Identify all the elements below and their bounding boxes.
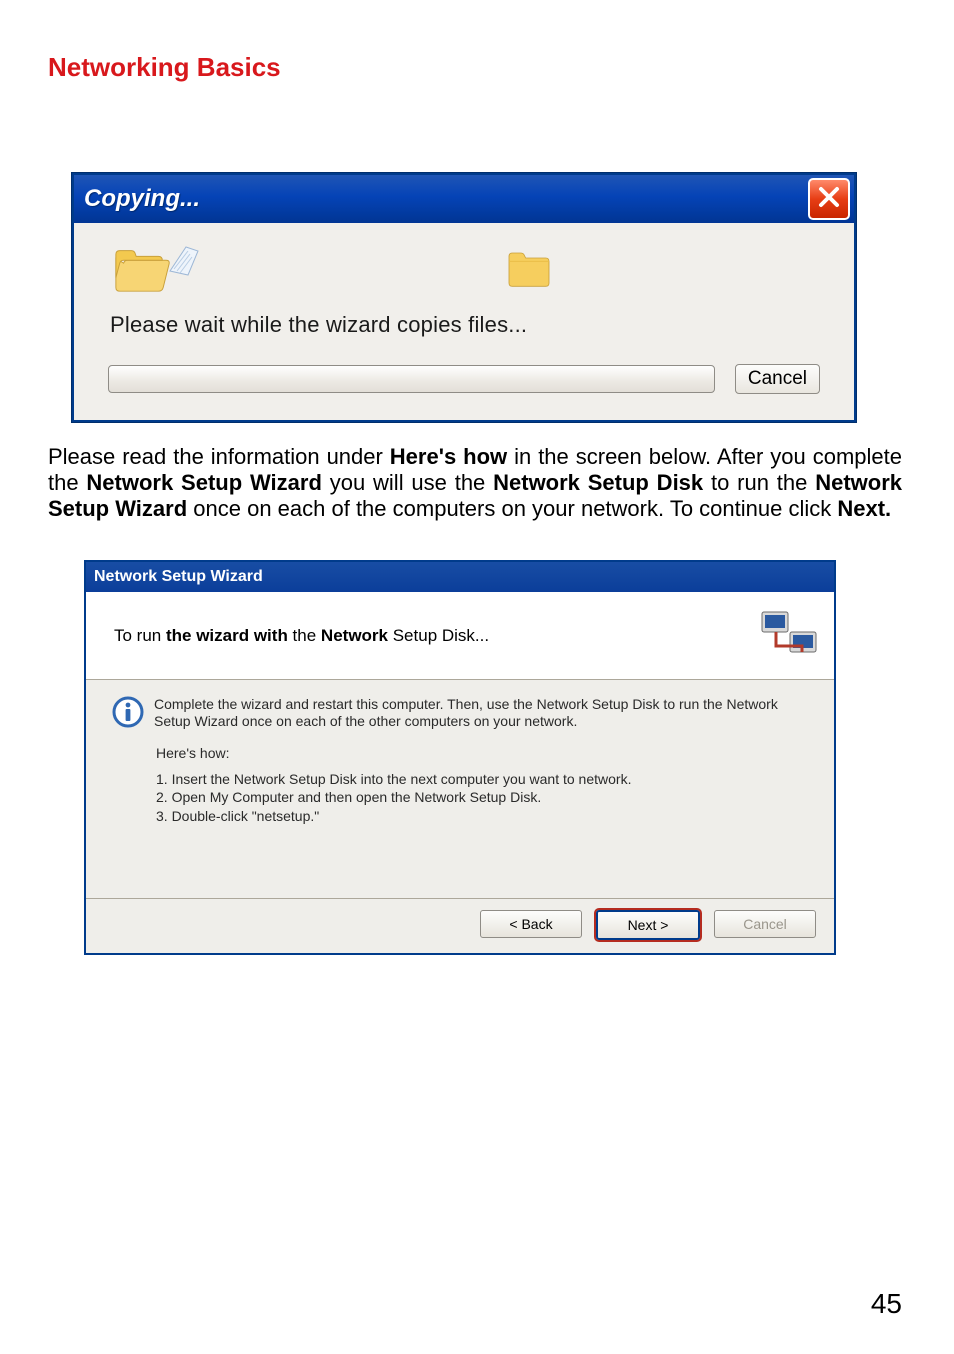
heres-how-label: Here's how: (156, 745, 808, 761)
page-number: 45 (871, 1288, 902, 1320)
wizard-header-part: the (288, 626, 321, 645)
wizard-header-bold: the wizard with (166, 626, 288, 645)
wizard-header-part: To run (114, 626, 166, 645)
wizard-cancel-label: Cancel (743, 916, 787, 932)
wizard-header-bold: Network (321, 626, 388, 645)
wizard-title: Network Setup Wizard (94, 568, 263, 586)
wizard-footer: < Back Next > Cancel (86, 898, 834, 953)
close-button[interactable] (808, 178, 850, 220)
flying-document-icon (172, 241, 204, 300)
network-setup-wizard-dialog: Network Setup Wizard To run the wizard w… (84, 560, 836, 956)
para-bold: Here's how (390, 444, 507, 469)
para-bold: Next. (837, 496, 891, 521)
para-text: Please read the information under (48, 444, 390, 469)
wizard-cancel-button[interactable]: Cancel (714, 910, 816, 938)
page-heading: Networking Basics (48, 52, 906, 83)
next-button[interactable]: Next > (596, 910, 700, 940)
wizard-step: 3. Double-click "netsetup." (156, 808, 808, 826)
para-text: you will use the (322, 470, 493, 495)
network-wizard-icon (758, 606, 820, 667)
wizard-content: Complete the wizard and restart this com… (86, 680, 834, 899)
copying-wait-text: Please wait while the wizard copies file… (110, 312, 820, 338)
info-icon (112, 696, 144, 731)
back-button[interactable]: < Back (480, 910, 582, 938)
para-text: to run the (703, 470, 815, 495)
copying-title: Copying... (84, 185, 200, 213)
folder-closed-icon (504, 245, 554, 296)
para-bold: Network Setup Disk (493, 470, 703, 495)
wizard-info-text: Complete the wizard and restart this com… (154, 696, 808, 731)
progress-bar (108, 365, 715, 393)
wizard-steps: 1. Insert the Network Setup Disk into th… (156, 771, 808, 826)
copying-dialog: Copying... (72, 173, 856, 422)
copying-titlebar: Copying... (74, 175, 854, 223)
next-button-label: Next > (628, 917, 669, 933)
folder-open-icon (112, 242, 170, 299)
cancel-button[interactable]: Cancel (735, 364, 820, 394)
wizard-header-part: Setup Disk... (388, 626, 489, 645)
wizard-header-text: To run the wizard with the Network Setup… (114, 626, 489, 646)
close-icon (818, 186, 840, 213)
wizard-titlebar: Network Setup Wizard (86, 562, 834, 592)
para-text: once on each of the computers on your ne… (187, 496, 837, 521)
para-bold: Network Setup Wizard (86, 470, 321, 495)
back-button-label: < Back (509, 916, 552, 932)
wizard-header: To run the wizard with the Network Setup… (86, 592, 834, 680)
wizard-step: 1. Insert the Network Setup Disk into th… (156, 771, 808, 789)
wizard-step: 2. Open My Computer and then open the Ne… (156, 789, 808, 807)
instruction-paragraph: Please read the information under Here's… (48, 444, 902, 522)
